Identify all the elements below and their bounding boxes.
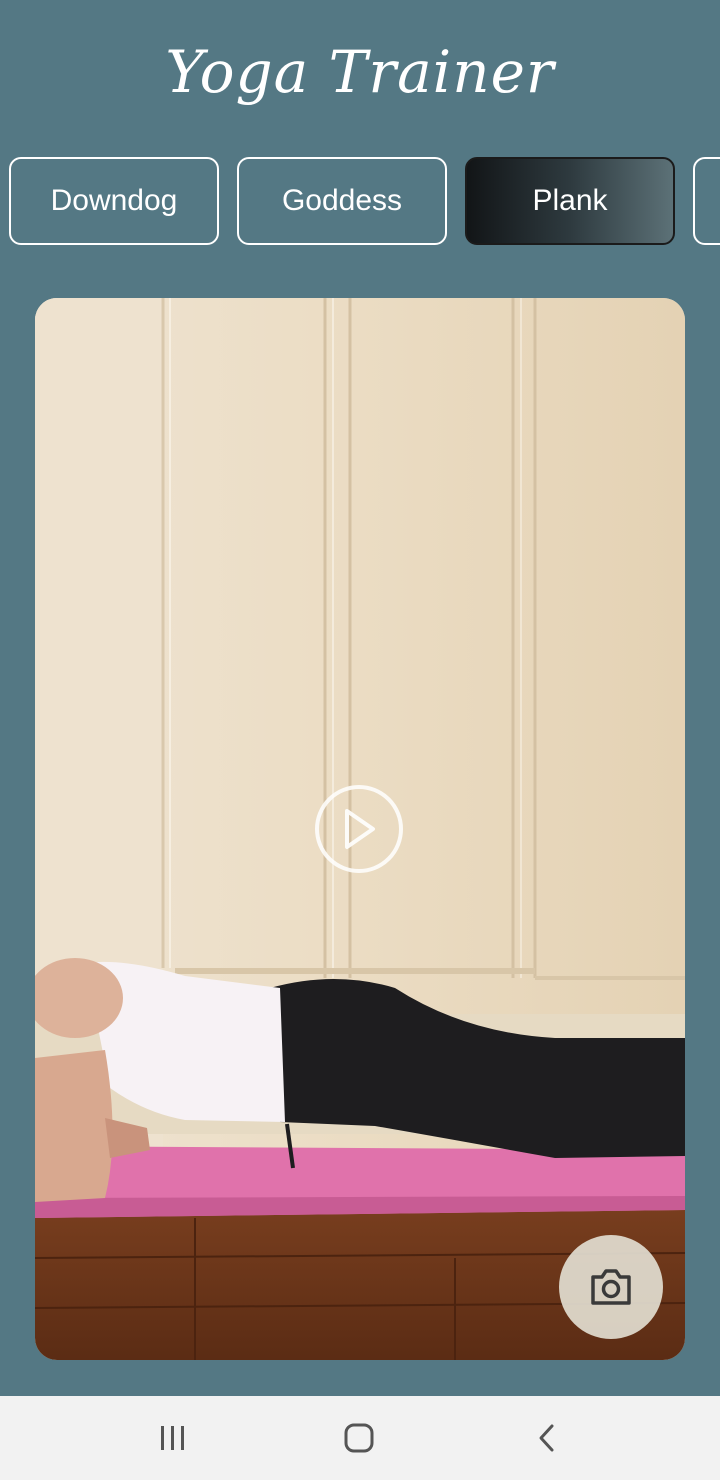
camera-icon [591, 1269, 631, 1305]
back-icon [539, 1424, 554, 1452]
play-icon [345, 809, 375, 849]
camera-button[interactable] [559, 1235, 663, 1339]
recents-icon [161, 1426, 184, 1450]
play-button[interactable] [315, 785, 403, 873]
tab-goddess[interactable]: Goddess [237, 157, 447, 245]
tab-next[interactable] [693, 157, 720, 245]
app-title: Yoga Trainer [165, 38, 555, 106]
home-icon [344, 1423, 374, 1453]
pose-tabs: Downdog Goddess Plank [0, 157, 720, 245]
tab-downdog[interactable]: Downdog [9, 157, 219, 245]
tab-plank[interactable]: Plank [465, 157, 675, 245]
system-navbar [0, 1396, 720, 1480]
back-button[interactable] [525, 1416, 569, 1460]
recents-button[interactable] [151, 1416, 195, 1460]
home-button[interactable] [337, 1416, 381, 1460]
pose-video[interactable] [35, 298, 685, 1360]
